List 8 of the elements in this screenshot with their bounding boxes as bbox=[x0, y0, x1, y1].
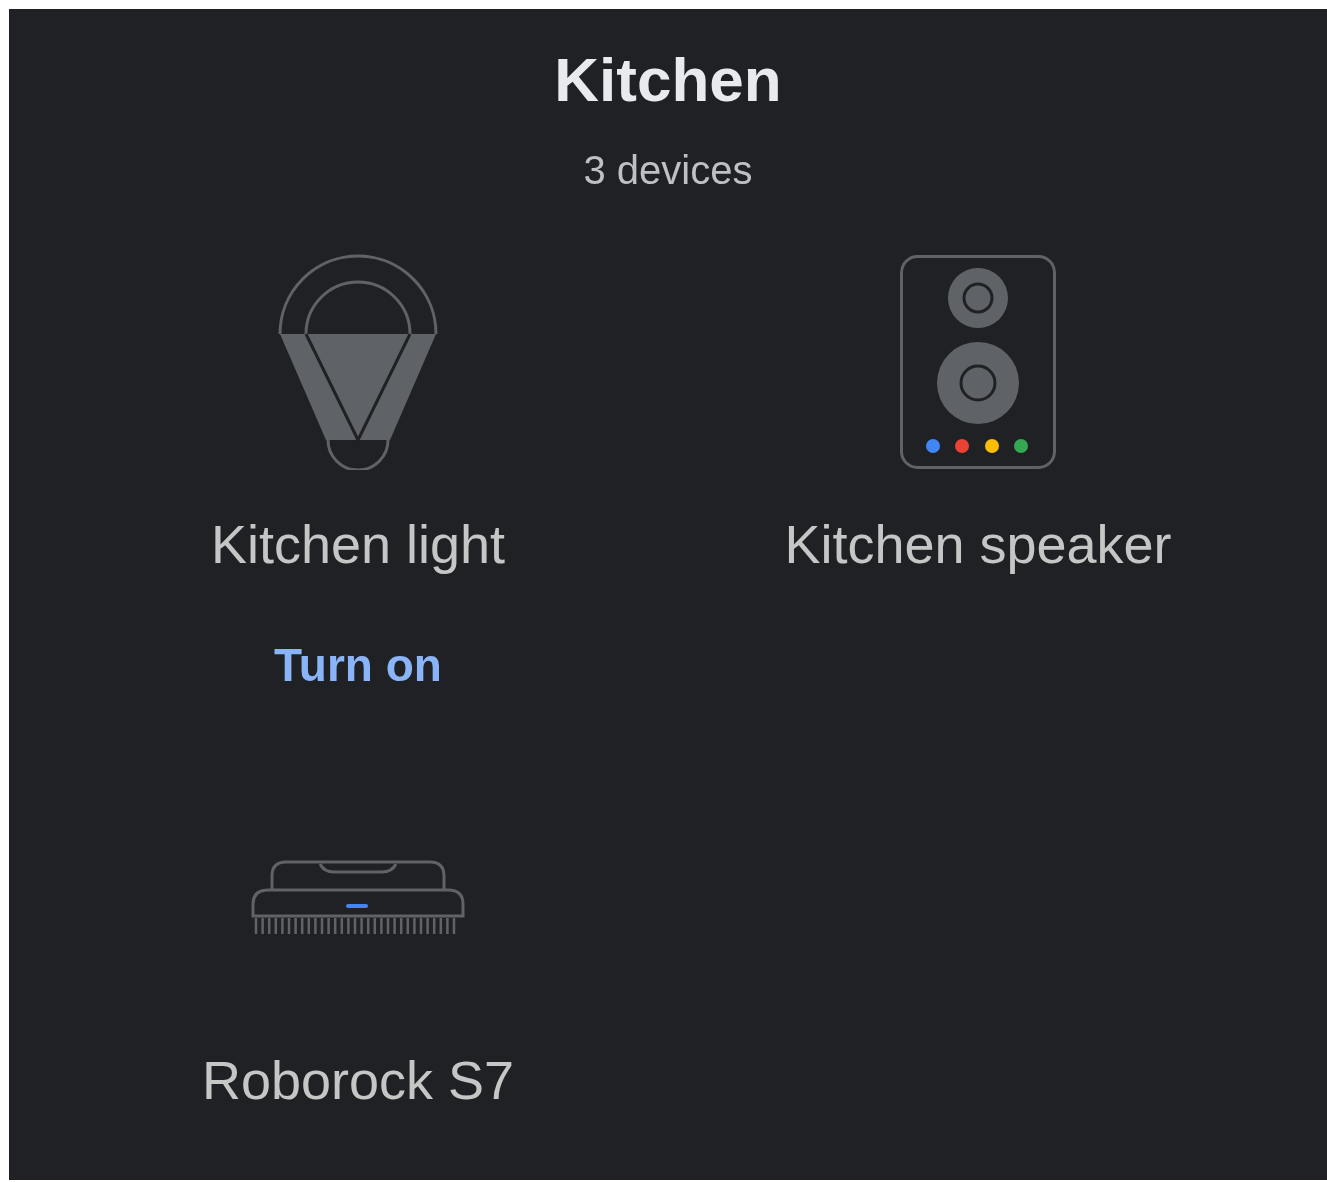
device-count: 3 devices bbox=[583, 147, 753, 194]
device-name[interactable]: Roborock S7 bbox=[201, 1048, 515, 1113]
light-bulb-icon bbox=[278, 254, 438, 470]
room-title: Kitchen bbox=[553, 44, 783, 116]
turn-on-button[interactable]: Turn on bbox=[274, 637, 442, 693]
device-name[interactable]: Kitchen light bbox=[210, 512, 506, 577]
device-name[interactable]: Kitchen speaker bbox=[784, 512, 1172, 577]
speaker-icon bbox=[900, 255, 1056, 469]
